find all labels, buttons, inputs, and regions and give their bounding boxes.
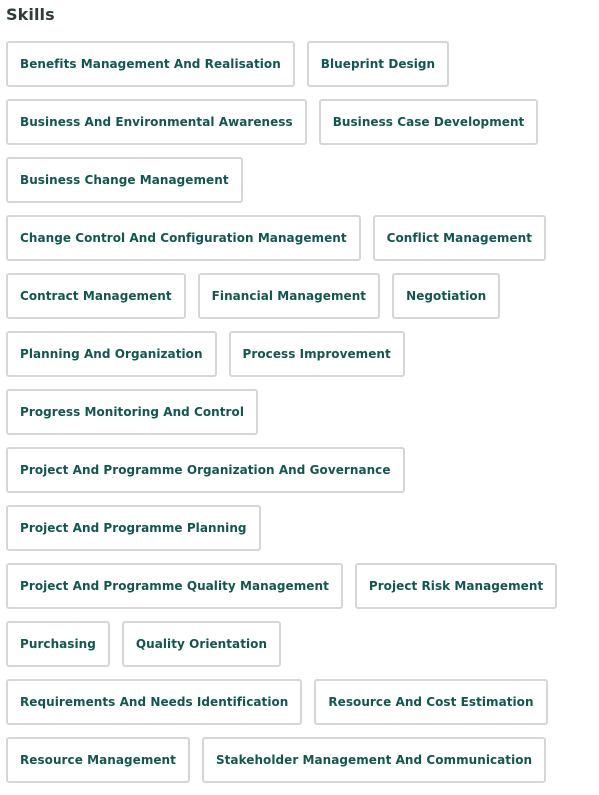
skill-chip[interactable]: Resource And Cost Estimation <box>314 679 548 725</box>
section-title: Skills <box>6 5 55 24</box>
skill-chip[interactable]: Change Control And Configuration Managem… <box>6 215 361 261</box>
skills-section: Skills Benefits Management And Realisati… <box>0 0 599 783</box>
skill-chip[interactable]: Business Case Development <box>318 99 539 145</box>
skill-chip[interactable]: Planning And Organization <box>6 331 217 377</box>
skill-chip[interactable]: Resource Management <box>6 737 190 783</box>
skill-chip[interactable]: Project And Programme Planning <box>6 505 261 551</box>
skill-chip[interactable]: Requirements And Needs Identification <box>6 679 303 725</box>
skill-chip[interactable]: Project And Programme Quality Management <box>6 563 343 609</box>
skill-chip[interactable]: Stakeholder Management And Communication <box>201 737 547 783</box>
skill-chip[interactable]: Process Improvement <box>228 331 405 377</box>
skill-chip[interactable]: Project And Programme Organization And G… <box>6 447 405 493</box>
skill-chip[interactable]: Business And Environmental Awareness <box>6 99 307 145</box>
skill-chip[interactable]: Project Risk Management <box>354 563 558 609</box>
skill-chip[interactable]: Benefits Management And Realisation <box>6 41 295 87</box>
skill-chip[interactable]: Financial Management <box>197 273 381 319</box>
skill-chip[interactable]: Negotiation <box>392 273 501 319</box>
skill-chip[interactable]: Contract Management <box>6 273 186 319</box>
skill-chip[interactable]: Progress Monitoring And Control <box>6 389 258 435</box>
skill-chip[interactable]: Conflict Management <box>372 215 547 261</box>
skill-chip[interactable]: Blueprint Design <box>306 41 450 87</box>
skill-chip[interactable]: Purchasing <box>6 621 110 667</box>
skills-list: Benefits Management And Realisation Blue… <box>6 41 599 795</box>
skill-chip[interactable]: Quality Orientation <box>121 621 282 667</box>
skill-chip[interactable]: Business Change Management <box>6 157 243 203</box>
